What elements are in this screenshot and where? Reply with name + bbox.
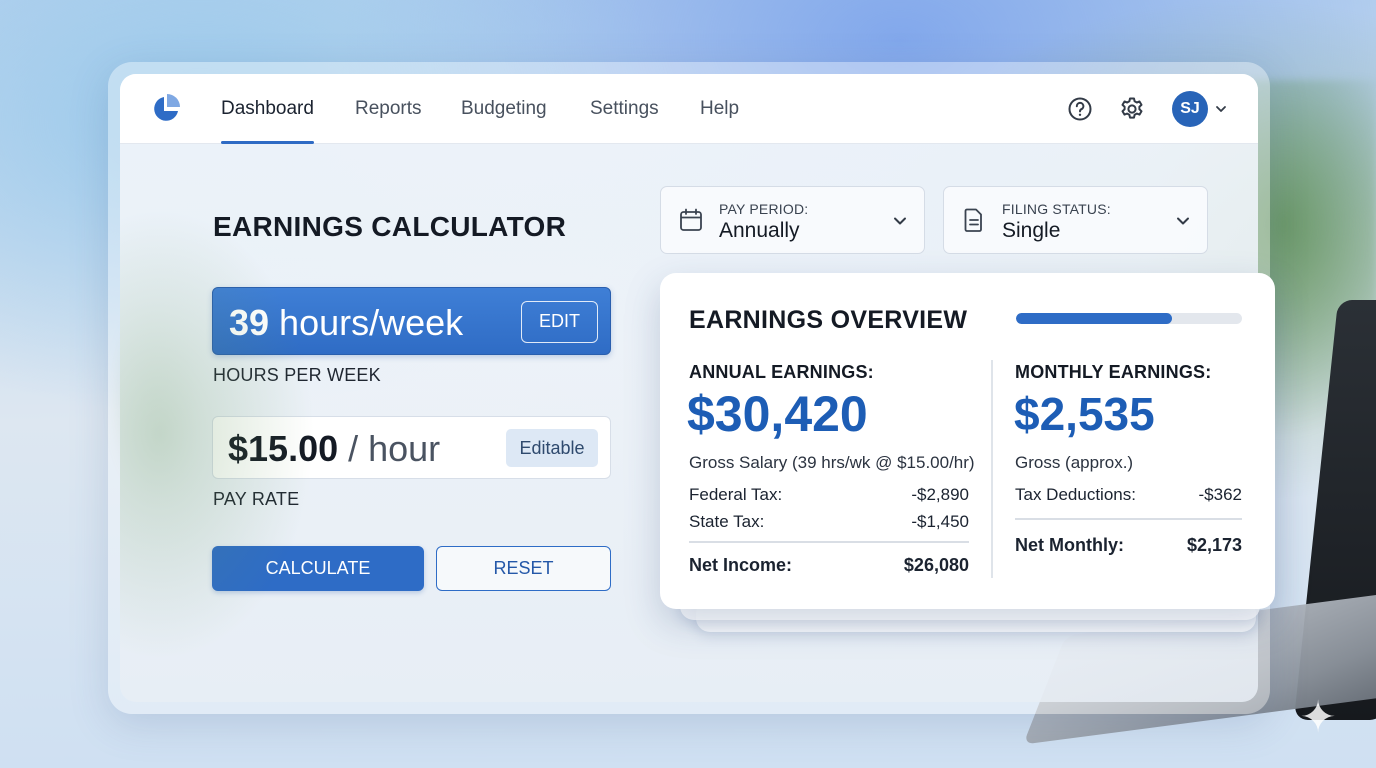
avatar[interactable]: SJ bbox=[1172, 91, 1208, 127]
state-tax-value: -$1,450 bbox=[911, 512, 969, 531]
net-monthly-row: Net Monthly: $2,173 bbox=[1015, 535, 1242, 556]
annual-earnings-label: ANNUAL EARNINGS: bbox=[689, 362, 874, 382]
filing-status-value: Single bbox=[1002, 219, 1061, 242]
federal-tax-row: Federal Tax: -$2,890 bbox=[689, 485, 969, 505]
federal-tax-label: Federal Tax: bbox=[689, 485, 783, 504]
pay-rate-field[interactable]: $15.00 / hour Editable bbox=[212, 416, 611, 479]
gear-icon[interactable] bbox=[1119, 96, 1145, 122]
overview-title: EARNINGS OVERVIEW bbox=[689, 306, 968, 334]
sparkle-icon: ✦ bbox=[1299, 693, 1337, 742]
federal-tax-value: -$2,890 bbox=[911, 485, 969, 504]
pie-logo-icon[interactable] bbox=[150, 93, 182, 125]
nav-dashboard[interactable]: Dashboard bbox=[221, 74, 314, 144]
net-income-row: Net Income: $26,080 bbox=[689, 555, 969, 576]
reset-button[interactable]: RESET bbox=[436, 546, 611, 591]
progress-bar bbox=[1016, 313, 1242, 324]
filing-status-dropdown[interactable]: FILING STATUS: Single bbox=[943, 186, 1208, 254]
state-tax-row: State Tax: -$1,450 bbox=[689, 512, 969, 532]
top-nav-bar: Dashboard Reports Budgeting Settings Hel… bbox=[120, 74, 1258, 144]
annual-earnings-subtext: Gross Salary (39 hrs/wk @ $15.00/hr) bbox=[689, 453, 975, 472]
rate-value: $15.00 / hour bbox=[228, 428, 440, 470]
edit-hours-button[interactable]: EDIT bbox=[521, 301, 598, 343]
hours-number: 39 bbox=[229, 302, 270, 343]
pay-period-dropdown[interactable]: PAY PERIOD: Annually bbox=[660, 186, 925, 254]
tax-deductions-row: Tax Deductions: -$362 bbox=[1015, 485, 1242, 505]
hours-field-label: HOURS PER WEEK bbox=[213, 365, 381, 385]
nav-settings[interactable]: Settings bbox=[590, 74, 659, 144]
monthly-earnings-subtext: Gross (approx.) bbox=[1015, 453, 1134, 472]
hours-unit: hours/week bbox=[269, 302, 464, 343]
net-income-label: Net Income: bbox=[689, 555, 793, 575]
editable-badge: Editable bbox=[506, 429, 598, 467]
calculator-title: EARNINGS CALCULATOR bbox=[213, 211, 567, 242]
net-income-value: $26,080 bbox=[903, 555, 969, 575]
monthly-divider bbox=[1015, 518, 1242, 520]
chevron-down-icon[interactable] bbox=[1214, 102, 1228, 116]
net-monthly-label: Net Monthly: bbox=[1015, 535, 1124, 555]
pay-period-value: Annually bbox=[719, 219, 800, 242]
tax-deductions-label: Tax Deductions: bbox=[1015, 485, 1136, 504]
column-divider bbox=[991, 360, 993, 578]
nav-help[interactable]: Help bbox=[700, 74, 739, 144]
annual-divider bbox=[689, 541, 969, 543]
pay-period-label: PAY PERIOD: bbox=[719, 201, 809, 217]
calculate-button[interactable]: CALCULATE bbox=[212, 546, 424, 591]
earnings-overview-card: EARNINGS OVERVIEW ANNUAL EARNINGS: $30,4… bbox=[660, 273, 1275, 609]
filing-status-label: FILING STATUS: bbox=[1002, 201, 1111, 217]
help-icon[interactable] bbox=[1067, 96, 1093, 122]
net-monthly-value: $2,173 bbox=[1186, 535, 1242, 555]
document-icon bbox=[964, 208, 982, 232]
chevron-down-icon bbox=[1177, 217, 1189, 225]
monthly-earnings-value: $2,535 bbox=[1014, 388, 1155, 440]
hours-value: 39 hours/week bbox=[229, 302, 463, 344]
tax-deductions-value: -$362 bbox=[1198, 485, 1242, 504]
monthly-earnings-label: MONTHLY EARNINGS: bbox=[1015, 362, 1212, 382]
rate-amount: $15.00 bbox=[228, 428, 339, 469]
rate-unit: / hour bbox=[338, 428, 441, 469]
nav-reports[interactable]: Reports bbox=[355, 74, 422, 144]
hours-per-week-field[interactable]: 39 hours/week EDIT bbox=[212, 287, 611, 355]
nav-budgeting[interactable]: Budgeting bbox=[461, 74, 547, 144]
chevron-down-icon bbox=[894, 217, 906, 225]
progress-bar-fill bbox=[1016, 313, 1172, 324]
pay-rate-label: PAY RATE bbox=[213, 489, 300, 509]
annual-earnings-value: $30,420 bbox=[687, 386, 868, 442]
calendar-icon bbox=[680, 208, 702, 231]
state-tax-label: State Tax: bbox=[689, 512, 765, 531]
